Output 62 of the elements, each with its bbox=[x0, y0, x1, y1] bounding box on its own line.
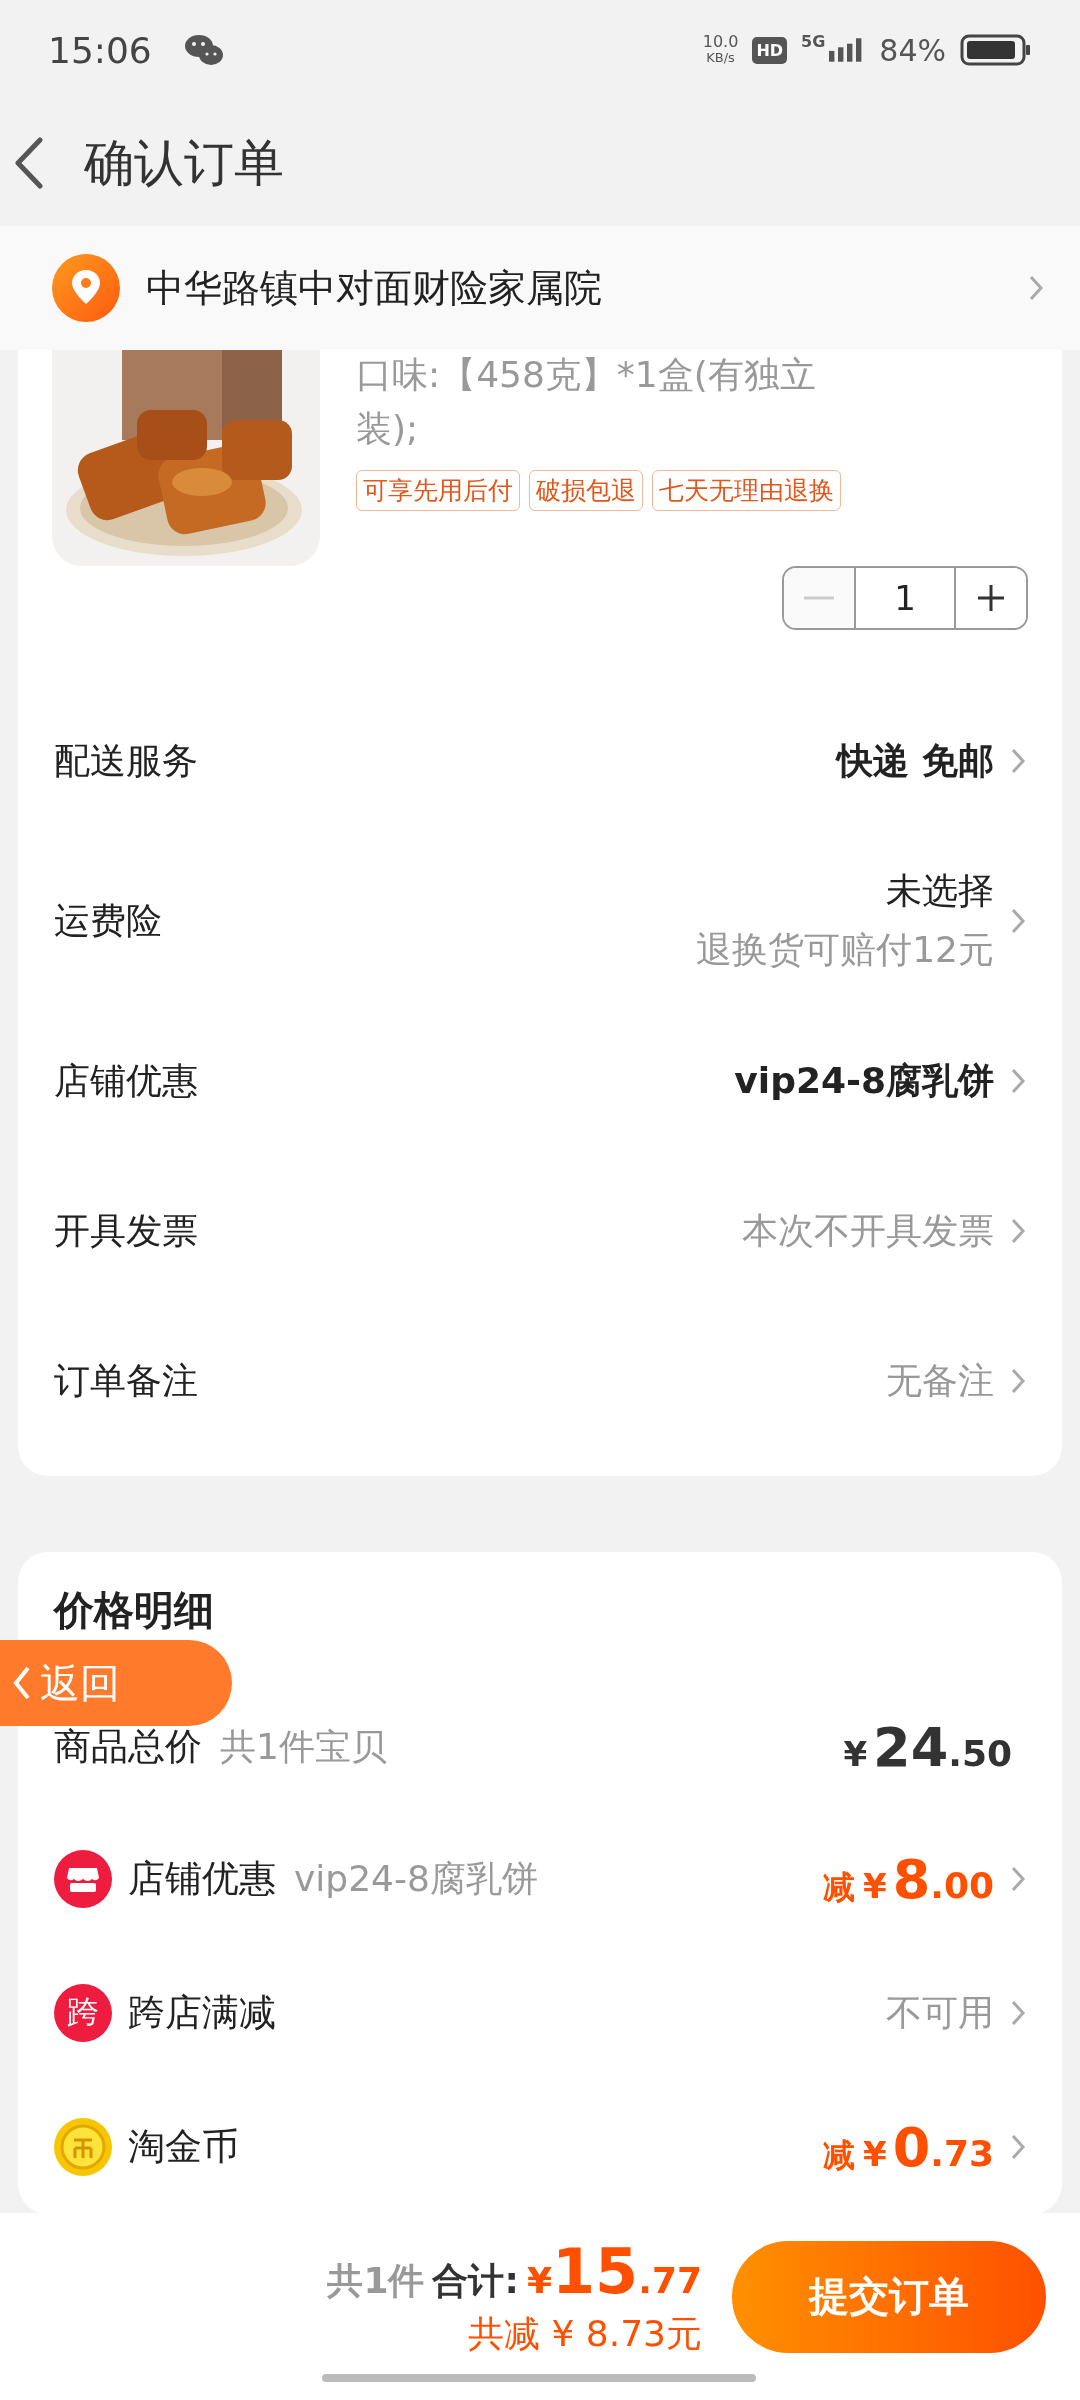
discount-amount: 减 ¥8.00 bbox=[822, 1847, 994, 1911]
option-label: 运费险 bbox=[54, 898, 162, 943]
hd-badge: HD bbox=[752, 36, 788, 64]
price-label: 淘金币 bbox=[128, 2124, 239, 2170]
coin-icon bbox=[54, 2118, 112, 2176]
total-label: 合计: bbox=[432, 2258, 519, 2303]
option-value: 本次不开具发票 bbox=[742, 1208, 994, 1253]
option-row[interactable]: 运费险 未选择 退换货可赔付12元 bbox=[18, 836, 1062, 1006]
chevron-right-icon bbox=[1010, 1999, 1026, 2027]
price-label: 跨店满减 bbox=[128, 1990, 276, 2036]
cross-store-badge: 跨 bbox=[54, 1984, 112, 2042]
price-note: 共1件宝贝 bbox=[220, 1724, 387, 1769]
option-value: 无备注 bbox=[886, 1358, 994, 1403]
address-bar[interactable]: 中华路镇中对面财险家属院 bbox=[0, 226, 1080, 350]
chevron-right-icon bbox=[1010, 747, 1026, 775]
product-option: 口味:【458克】*1盒(有独立装); bbox=[356, 348, 856, 456]
option-row[interactable]: 开具发票 本次不开具发票 bbox=[18, 1156, 1062, 1306]
chevron-right-icon bbox=[1010, 1217, 1026, 1245]
page-title: 确认订单 bbox=[84, 132, 284, 194]
price-note: vip24-8腐乳饼 bbox=[294, 1856, 538, 1901]
price-label: 店铺优惠 bbox=[128, 1856, 276, 1902]
option-value: 快递 免邮 bbox=[837, 738, 994, 783]
service-tag: 破损包退 bbox=[529, 470, 643, 511]
option-value: 未选择 bbox=[886, 869, 994, 913]
chevron-right-icon bbox=[1010, 2133, 1026, 2161]
option-row[interactable]: 订单备注 无备注 bbox=[18, 1306, 1062, 1456]
option-row[interactable]: 配送服务 快递 免邮 bbox=[18, 686, 1062, 836]
price-label: 商品总价 bbox=[54, 1724, 202, 1770]
option-label: 店铺优惠 bbox=[54, 1058, 198, 1103]
plus-icon bbox=[976, 583, 1006, 613]
shop-icon bbox=[54, 1850, 112, 1908]
location-pin-icon bbox=[52, 254, 120, 322]
option-label: 开具发票 bbox=[54, 1208, 198, 1253]
price-amount: ¥24.50 bbox=[843, 1715, 1012, 1779]
saving-text: 共减 ¥ 8.73元 bbox=[468, 2311, 702, 2356]
address-text: 中华路镇中对面财险家属院 bbox=[146, 264, 603, 312]
service-tag: 可享先用后付 bbox=[356, 470, 520, 511]
chevron-right-icon bbox=[1010, 1865, 1026, 1893]
battery-icon bbox=[960, 34, 1032, 66]
minus-icon bbox=[804, 596, 834, 600]
chevron-left-icon bbox=[12, 1665, 32, 1701]
network-speed: 10.0 KB/s bbox=[702, 34, 739, 66]
back-icon[interactable] bbox=[14, 137, 44, 189]
chevron-right-icon bbox=[1028, 274, 1044, 302]
chat-bubbles-icon bbox=[183, 33, 224, 67]
chevron-right-icon bbox=[1010, 1367, 1026, 1395]
option-label: 配送服务 bbox=[54, 738, 198, 783]
status-time: 15:06 bbox=[48, 29, 152, 71]
section-title: 价格明细 bbox=[54, 1586, 215, 1635]
price-value: 不可用 bbox=[886, 1990, 994, 2035]
option-label: 订单备注 bbox=[54, 1358, 198, 1403]
option-value: vip24-8腐乳饼 bbox=[734, 1058, 994, 1103]
item-count: 共1件 bbox=[327, 2258, 425, 2303]
discount-amount: 减 ¥0.73 bbox=[822, 2115, 994, 2179]
network-type: 5G bbox=[801, 32, 826, 51]
total-amount: ¥15.77 bbox=[526, 2234, 702, 2308]
option-note: 退换货可赔付12元 bbox=[696, 928, 994, 972]
chevron-right-icon bbox=[1010, 1067, 1026, 1095]
service-tag: 七天无理由退换 bbox=[652, 470, 841, 511]
chevron-right-icon bbox=[1010, 907, 1026, 935]
battery-percent: 84% bbox=[879, 32, 946, 68]
option-row[interactable]: 店铺优惠 vip24-8腐乳饼 bbox=[18, 1006, 1062, 1156]
